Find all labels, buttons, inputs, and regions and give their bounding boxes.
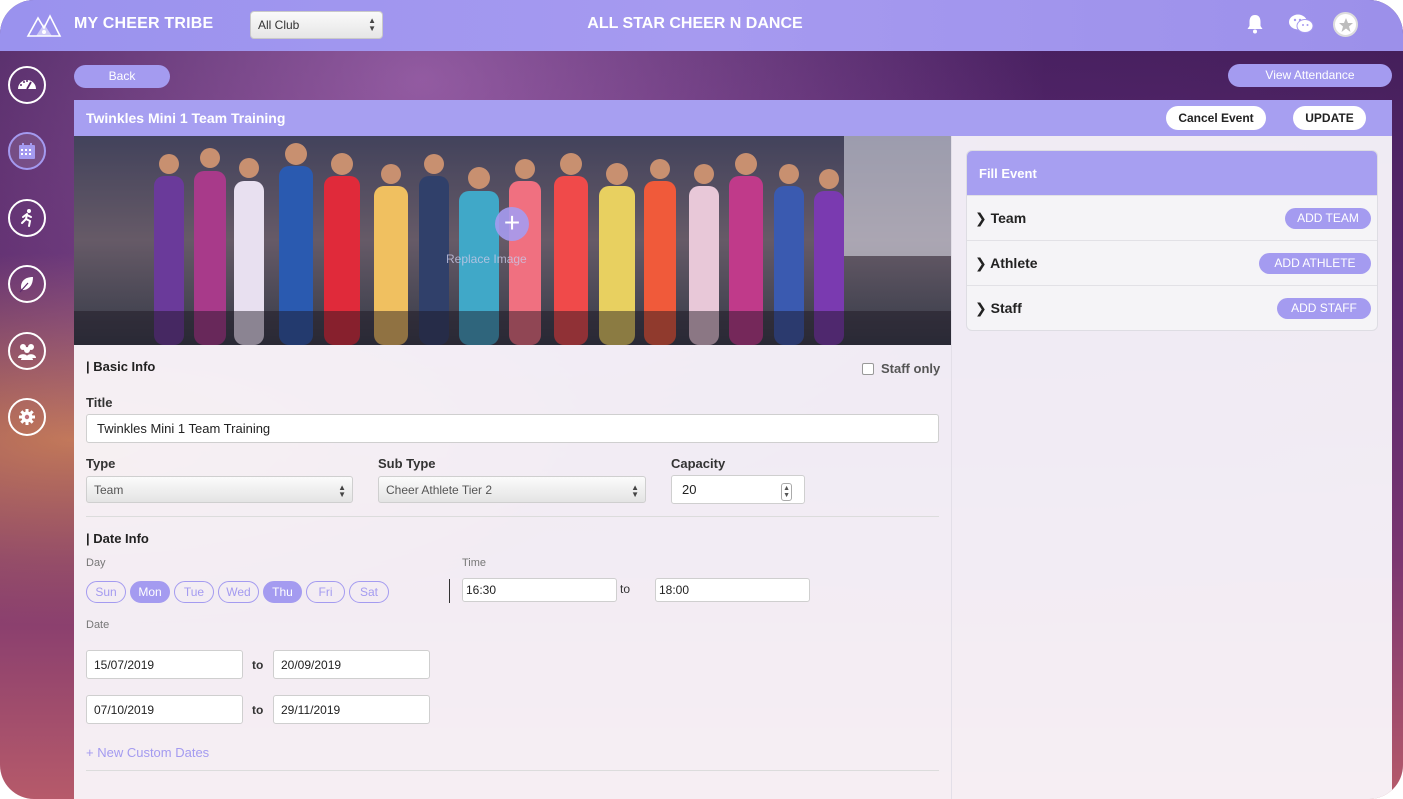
top-bar: MY CHEER TRIBE All Club ▲ ▼ ALL STAR CHEE… <box>0 0 1403 51</box>
date-range-2-to[interactable]: 29/11/2019 <box>273 695 430 724</box>
day-toggle-fri[interactable]: Fri <box>306 581 345 603</box>
date-info-heading: | Date Info <box>86 531 149 546</box>
basic-info-heading: | Basic Info <box>86 359 156 374</box>
type-select-value: Team <box>94 482 124 497</box>
day-toggle-tue[interactable]: Tue <box>174 581 214 603</box>
chevron-right-icon: ❯ <box>975 255 987 271</box>
athlete-label: Athlete <box>990 255 1038 271</box>
new-custom-dates-link[interactable]: + New Custom Dates <box>86 745 209 760</box>
runner-icon <box>21 209 32 227</box>
day-label: Day <box>86 557 106 569</box>
logo-icon <box>26 14 62 37</box>
event-title: Twinkles Mini 1 Team Training <box>86 110 286 126</box>
sidebar-item-dashboard[interactable] <box>8 66 46 104</box>
chat-icon[interactable] <box>1288 13 1314 35</box>
dashboard-icon <box>18 80 36 90</box>
type-select[interactable]: Team ▲ ▼ <box>86 476 353 503</box>
star-avatar-icon[interactable] <box>1333 12 1358 37</box>
add-athlete-button[interactable]: ADD ATHLETE <box>1259 253 1371 274</box>
capacity-stepper[interactable]: 20 ▲ ▼ <box>671 475 805 504</box>
subtype-select[interactable]: Cheer Athlete Tier 2 ▲ ▼ <box>378 476 646 503</box>
fill-event-card: Fill Event ❯ Team ADD TEAM ❯ Athlete ADD… <box>966 150 1378 331</box>
brand-name: MY CHEER TRIBE <box>74 15 214 32</box>
time-from-field[interactable]: 16:30 <box>462 578 617 602</box>
fill-row-staff[interactable]: ❯ Staff ADD STAFF <box>967 285 1377 330</box>
club-select-value: All Club <box>258 18 300 32</box>
calendar-icon <box>19 143 35 159</box>
club-select[interactable]: All Club ▲ ▼ <box>250 11 383 39</box>
chevron-right-icon: ❯ <box>975 300 987 316</box>
select-arrows-icon: ▲ ▼ <box>338 483 346 499</box>
add-image-icon[interactable]: + <box>495 207 529 241</box>
section-divider <box>86 770 939 771</box>
chevron-right-icon: ❯ <box>975 210 987 226</box>
date-range-2-from[interactable]: 07/10/2019 <box>86 695 243 724</box>
time-separator <box>449 579 450 603</box>
sidebar-item-athletes[interactable] <box>8 199 46 237</box>
athlete-row-label: ❯ Athlete <box>975 255 1038 272</box>
time-to-field[interactable]: 18:00 <box>655 578 810 602</box>
type-label: Type <box>86 456 116 471</box>
select-arrows-icon: ▲ ▼ <box>631 483 639 499</box>
section-divider <box>86 516 939 517</box>
event-banner-image[interactable]: + Replace Image <box>74 136 951 345</box>
date-range-2-to-label: to <box>252 703 264 717</box>
day-toggle-sat[interactable]: Sat <box>349 581 389 603</box>
title-label: Title <box>86 395 113 410</box>
staff-label: Staff <box>990 300 1022 316</box>
sidebar-item-settings[interactable] <box>8 398 46 436</box>
update-button[interactable]: UPDATE <box>1293 106 1366 130</box>
subtype-label: Sub Type <box>378 456 436 471</box>
checkbox-box[interactable] <box>862 362 874 375</box>
gear-icon <box>19 409 35 425</box>
fill-row-athlete[interactable]: ❯ Athlete ADD ATHLETE <box>967 240 1377 285</box>
sidebar-item-programs[interactable] <box>8 265 46 303</box>
select-arrows-icon: ▲ ▼ <box>368 16 376 33</box>
staff-row-label: ❯ Staff <box>975 300 1022 317</box>
stepper-arrows-icon[interactable]: ▲ ▼ <box>781 483 792 501</box>
add-staff-button[interactable]: ADD STAFF <box>1277 298 1371 319</box>
add-team-button[interactable]: ADD TEAM <box>1285 208 1371 229</box>
club-title: ALL STAR CHEER N DANCE <box>587 15 803 32</box>
staff-only-label: Staff only <box>881 361 941 376</box>
team-label: Team <box>990 210 1027 226</box>
leaf-icon <box>19 277 33 293</box>
capacity-value: 20 <box>682 482 697 497</box>
group-icon <box>18 344 36 360</box>
title-field[interactable]: Twinkles Mini 1 Team Training <box>86 414 939 443</box>
fill-event-header: Fill Event <box>967 151 1377 196</box>
back-button[interactable]: Back <box>74 65 170 88</box>
replace-image-label: Replace Image <box>446 252 527 266</box>
cancel-event-button[interactable]: Cancel Event <box>1166 106 1266 130</box>
day-toggle-mon[interactable]: Mon <box>130 581 170 603</box>
time-to-label: to <box>620 582 631 596</box>
time-label: Time <box>462 557 487 569</box>
date-label: Date <box>86 619 110 631</box>
day-toggle-wed[interactable]: Wed <box>218 581 259 603</box>
day-toggle-sun[interactable]: Sun <box>86 581 126 603</box>
day-toggle-thu[interactable]: Thu <box>263 581 302 603</box>
date-range-1-from[interactable]: 15/07/2019 <box>86 650 243 679</box>
column-divider <box>951 136 952 799</box>
fill-row-team[interactable]: ❯ Team ADD TEAM <box>967 195 1377 240</box>
bell-icon[interactable] <box>1246 14 1264 34</box>
date-range-1-to-label: to <box>252 658 264 672</box>
sidebar-item-calendar[interactable] <box>8 132 46 170</box>
capacity-label: Capacity <box>671 456 726 471</box>
app-window: MY CHEER TRIBE All Club ▲ ▼ ALL STAR CHEE… <box>0 0 1403 799</box>
event-panel: Twinkles Mini 1 Team Training Cancel Eve… <box>74 100 1392 799</box>
view-attendance-button[interactable]: View Attendance <box>1228 64 1392 87</box>
panel-header: Twinkles Mini 1 Team Training Cancel Eve… <box>74 100 1392 136</box>
date-range-1-to[interactable]: 20/09/2019 <box>273 650 430 679</box>
team-row-label: ❯ Team <box>975 210 1026 227</box>
staff-only-checkbox[interactable]: Staff only <box>862 361 940 376</box>
subtype-select-value: Cheer Athlete Tier 2 <box>386 482 493 497</box>
sidebar-item-groups[interactable] <box>8 332 46 370</box>
fill-event-title: Fill Event <box>979 166 1037 181</box>
